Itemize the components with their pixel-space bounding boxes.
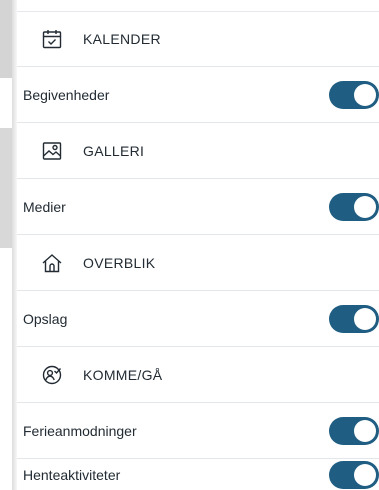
setting-label: Medier <box>23 199 66 215</box>
section-title: OVERBLIK <box>83 255 156 271</box>
setting-row-medier: Medier <box>17 180 379 235</box>
toggle-knob <box>354 196 376 218</box>
toggle-knob <box>354 420 376 442</box>
background-overlay <box>0 0 17 490</box>
toggle-knob <box>354 84 376 106</box>
setting-label: Ferieanmodninger <box>23 423 137 439</box>
section-header-komme-gaa: KOMME/GÅ <box>17 348 379 403</box>
section-title: GALLERI <box>83 143 145 159</box>
setting-row-ferieanmodninger: Ferieanmodninger <box>17 404 379 459</box>
section-header-galleri: GALLERI <box>17 124 379 179</box>
setting-label: Begivenheder <box>23 87 110 103</box>
opslag-toggle[interactable] <box>329 305 379 333</box>
toggle-knob <box>354 464 376 486</box>
setting-row-henteaktiviteter: Henteaktiviteter <box>17 460 379 490</box>
medier-toggle[interactable] <box>329 193 379 221</box>
toggle-knob <box>354 308 376 330</box>
people-check-icon <box>41 364 63 386</box>
calendar-check-icon <box>41 28 63 50</box>
setting-row-opslag: Opslag <box>17 292 379 347</box>
section-header-kalender: KALENDER <box>17 12 379 67</box>
setting-row-begivenheder: Begivenheder <box>17 68 379 123</box>
section-title: KALENDER <box>83 31 161 47</box>
ferieanmodninger-toggle[interactable] <box>329 417 379 445</box>
section-title: KOMME/GÅ <box>83 367 163 383</box>
setting-label: Opslag <box>23 311 68 327</box>
begivenheder-toggle[interactable] <box>329 81 379 109</box>
setting-label: Henteaktiviteter <box>23 467 121 483</box>
image-gallery-icon <box>41 140 63 162</box>
section-header-overblik: OVERBLIK <box>17 236 379 291</box>
henteaktiviteter-toggle[interactable] <box>329 461 379 489</box>
settings-panel: KALENDER Begivenheder GALLERI Medier OVE… <box>17 0 379 490</box>
home-icon <box>41 252 63 274</box>
notification-settings-screen: KALENDER Begivenheder GALLERI Medier OVE… <box>0 0 379 490</box>
